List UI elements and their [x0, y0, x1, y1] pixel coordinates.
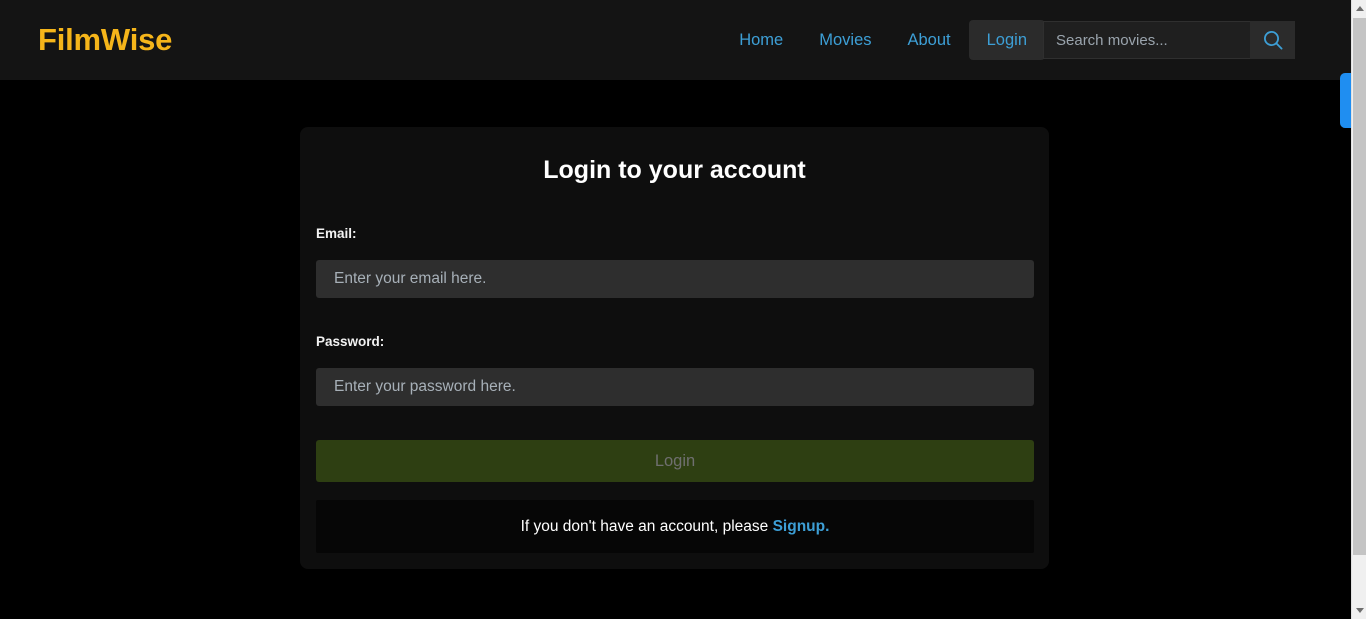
login-submit-button[interactable]: Login: [316, 440, 1034, 482]
chevron-down-icon: [1355, 608, 1364, 613]
signup-prompt-text: If you don't have an account, please Sig…: [521, 517, 830, 537]
password-field[interactable]: [316, 368, 1034, 406]
signup-link[interactable]: Signup.: [773, 518, 830, 535]
search-icon: [1263, 31, 1283, 50]
search-bar: [1043, 21, 1295, 59]
site-header: FilmWise Home Movies About Login: [0, 0, 1351, 80]
nav-item-home[interactable]: Home: [721, 20, 801, 60]
nav-item-movies[interactable]: Movies: [801, 20, 889, 60]
nav-item-about[interactable]: About: [890, 20, 969, 60]
chevron-up-icon: [1355, 6, 1364, 11]
page-scrollbar[interactable]: [1351, 0, 1366, 619]
scrollbar-up-arrow[interactable]: [1352, 0, 1366, 17]
nav-item-login[interactable]: Login: [968, 20, 1045, 60]
main-navigation: Home Movies About Login: [721, 0, 1045, 80]
edge-drawer-handle[interactable]: [1340, 73, 1351, 128]
page-viewport: FilmWise Home Movies About Login Login t…: [0, 0, 1351, 619]
scrollbar-thumb[interactable]: [1353, 18, 1366, 555]
signup-prompt-label: If you don't have an account, please: [520, 517, 773, 535]
signup-prompt-box: If you don't have an account, please Sig…: [316, 500, 1034, 553]
scrollbar-down-arrow[interactable]: [1352, 602, 1366, 619]
search-button[interactable]: [1250, 21, 1295, 59]
email-field[interactable]: [316, 260, 1034, 298]
password-label: Password:: [316, 334, 385, 349]
search-input[interactable]: [1043, 21, 1250, 59]
page-title: Login to your account: [543, 156, 806, 184]
email-label: Email:: [316, 226, 357, 241]
site-logo[interactable]: FilmWise: [38, 22, 172, 58]
